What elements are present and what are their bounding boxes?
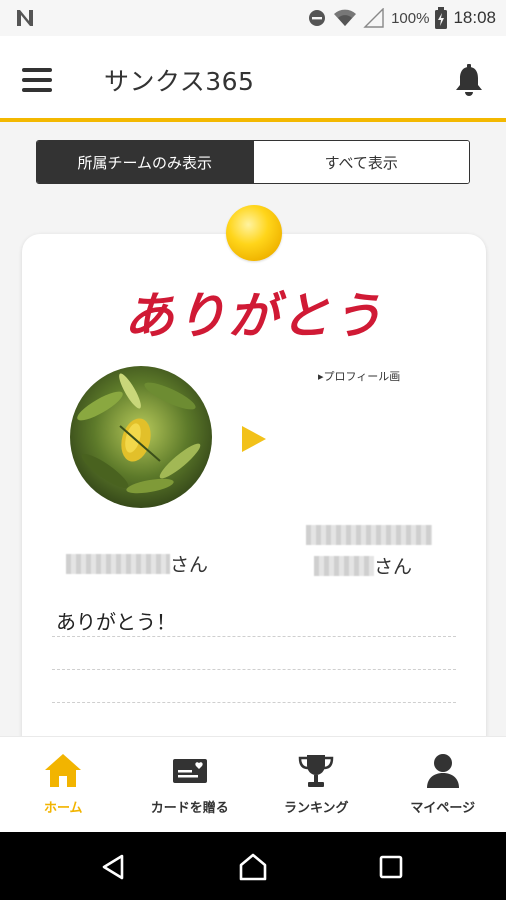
app-screen: 100% 18:08 サンクス365 所属チームのみ表示 すべて表示 ありがとう — [0, 0, 506, 900]
recipient-suffix: さん — [374, 556, 413, 578]
sender-name: さん — [66, 550, 208, 577]
filter-toggle: 所属チームのみ表示 すべて表示 — [36, 140, 470, 184]
card-heart-icon — [172, 759, 207, 783]
recent-apps-icon[interactable] — [376, 852, 406, 882]
trophy-icon — [298, 755, 334, 787]
team-only-button[interactable]: 所属チームのみ表示 — [37, 141, 253, 183]
wifi-icon — [334, 9, 357, 26]
nav-mypage[interactable]: マイページ — [380, 737, 506, 832]
status-bar: 100% 18:08 — [0, 0, 506, 36]
broken-image-alt: プロフィール画 — [323, 371, 401, 383]
recipient-name-redacted — [314, 555, 374, 576]
recipient-department-blur — [306, 524, 432, 545]
bell-icon[interactable] — [454, 64, 484, 96]
clock: 18:08 — [453, 8, 496, 27]
person-icon — [426, 754, 459, 788]
signal-icon — [363, 8, 384, 28]
system-navigation-bar — [0, 832, 506, 900]
card-message: ありがとう！ — [56, 610, 176, 634]
sender-name-redacted — [66, 553, 170, 574]
app-title: サンクス365 — [104, 67, 255, 96]
battery-charging-icon — [435, 7, 448, 29]
home-icon — [45, 754, 82, 787]
card-title: ありがとう — [124, 287, 384, 345]
sender-avatar[interactable] — [70, 366, 212, 508]
nav-ranking-label: ランキング — [283, 801, 349, 816]
ruled-line — [52, 636, 456, 637]
android-home-icon[interactable] — [238, 852, 268, 882]
nav-send-card[interactable]: カードを贈る — [127, 737, 254, 832]
thanks-card[interactable]: ありがとう ▸プロフィール画 さん さん ありがとう！ — [22, 234, 486, 764]
show-all-button[interactable]: すべて表示 — [252, 141, 469, 183]
ruled-line — [52, 669, 456, 670]
nav-home-label: ホーム — [43, 801, 83, 816]
app-header: サンクス365 — [0, 36, 506, 122]
nav-ranking[interactable]: ランキング — [253, 737, 380, 832]
back-icon[interactable] — [98, 852, 128, 882]
menu-icon[interactable] — [22, 68, 54, 92]
recipient-avatar-broken-image[interactable]: ▸プロフィール画 — [318, 368, 400, 384]
notification-n-icon — [17, 10, 33, 26]
nav-home[interactable]: ホーム — [0, 737, 127, 832]
ruled-line — [52, 702, 456, 703]
nav-mypage-label: マイページ — [410, 801, 476, 816]
do-not-disturb-icon — [309, 10, 326, 26]
arrow-right-icon — [242, 426, 266, 452]
coin-icon — [226, 205, 282, 261]
avatar-photo — [70, 366, 212, 508]
nav-send-card-label: カードを贈る — [150, 801, 229, 816]
sender-suffix: さん — [170, 554, 209, 576]
recipient-department-redacted — [306, 524, 432, 545]
bottom-navigation: ホーム カードを贈る ランキング マイページ — [0, 736, 506, 832]
recipient-name: さん — [314, 552, 412, 579]
battery-percent: 100% — [391, 9, 430, 27]
